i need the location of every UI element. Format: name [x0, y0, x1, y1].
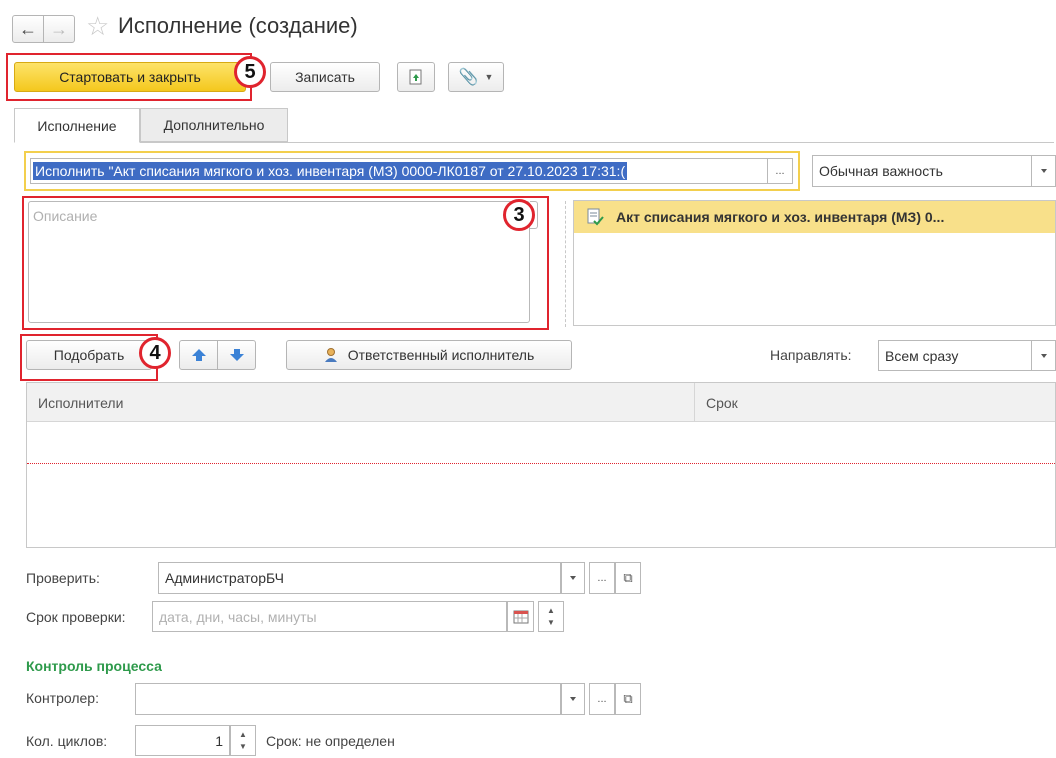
check-deadline-placeholder: дата, дни, часы, минуты: [159, 608, 317, 625]
send-label: Направлять:: [770, 347, 852, 363]
window-title: Исполнение (создание): [118, 13, 358, 38]
chevron-down-icon: [570, 576, 576, 580]
user-icon: [324, 348, 337, 362]
controller-input[interactable]: [135, 683, 561, 715]
importance-dropdown-button[interactable]: [1031, 155, 1056, 187]
open-window-icon: ⧉: [623, 570, 633, 585]
importance-value: Обычная важность: [819, 163, 943, 179]
calendar-button[interactable]: [507, 601, 534, 632]
column-divider: [694, 383, 695, 422]
stepper-up-icon: ▲: [547, 605, 555, 615]
check-label: Проверить:: [26, 570, 100, 586]
column-header-deadline[interactable]: Срок: [706, 395, 738, 411]
send-dropdown-button[interactable]: [1031, 340, 1056, 371]
controller-open-button[interactable]: ⧉: [615, 683, 641, 715]
subject-select-button[interactable]: ...: [767, 158, 793, 184]
importance-select[interactable]: Обычная важность: [812, 155, 1032, 187]
arrow-right-icon: →: [50, 18, 68, 39]
chevron-down-icon: [1040, 353, 1047, 358]
tab-execution-label: Исполнение: [37, 117, 117, 134]
highlight-box-5: [6, 53, 252, 101]
check-dropdown-button[interactable]: [561, 562, 585, 594]
row-separator: [27, 463, 1055, 464]
tab-execution[interactable]: Исполнение: [14, 108, 140, 143]
stepper-down-icon: ▼: [239, 741, 247, 751]
document-check-icon: [587, 208, 604, 226]
arrow-up-icon: [191, 349, 206, 361]
column-header-performers[interactable]: Исполнители: [38, 395, 123, 411]
save-button[interactable]: Записать: [270, 62, 380, 92]
annotation-badge-3: 3: [503, 199, 535, 231]
responsible-performer-label: Ответственный исполнитель: [347, 347, 535, 363]
attachment-row[interactable]: Акт списания мягкого и хоз. инвентаря (М…: [574, 201, 1055, 233]
stepper-down-icon: ▼: [547, 617, 555, 627]
forward-button[interactable]: →: [43, 15, 75, 43]
document-arrow-icon: [409, 69, 422, 85]
arrow-down-icon: [229, 349, 244, 361]
control-section-title: Контроль процесса: [26, 658, 162, 674]
highlight-box-3: [22, 196, 549, 330]
term-text: Срок: не определен: [266, 733, 395, 749]
annotation-badge-5: 5: [234, 56, 266, 88]
attachment-title: Акт списания мягкого и хоз. инвентаря (М…: [616, 209, 945, 225]
tab-additional[interactable]: Дополнительно: [140, 108, 288, 142]
check-select-button[interactable]: ...: [589, 562, 615, 594]
tab-bar-line: [14, 142, 1054, 143]
annotation-badge-4: 4: [139, 337, 171, 369]
send-select[interactable]: Всем сразу: [878, 340, 1032, 371]
controller-dropdown-button[interactable]: [561, 683, 585, 715]
check-deadline-label: Срок проверки:: [26, 609, 126, 625]
check-input[interactable]: АдминистраторБЧ: [158, 562, 561, 594]
chevron-down-icon: [1040, 169, 1047, 173]
back-button[interactable]: ←: [12, 15, 44, 43]
paperclip-icon: 📎: [458, 69, 479, 86]
highlight-box-4: [20, 334, 158, 381]
controller-select-button[interactable]: ...: [589, 683, 615, 715]
move-down-button[interactable]: [217, 340, 256, 370]
table-row[interactable]: [27, 423, 1055, 463]
cycles-label: Кол. циклов:: [26, 733, 108, 749]
favorite-star-icon[interactable]: ☆: [86, 11, 109, 42]
arrow-left-icon: ←: [19, 18, 37, 39]
splitter[interactable]: [565, 201, 566, 327]
post-document-button[interactable]: [397, 62, 435, 92]
check-open-button[interactable]: ⧉: [615, 562, 641, 594]
chevron-down-icon: [570, 697, 576, 701]
calendar-icon: [513, 610, 528, 623]
move-up-button[interactable]: [179, 340, 218, 370]
check-deadline-stepper[interactable]: ▲ ▼: [538, 601, 564, 632]
tab-additional-label: Дополнительно: [163, 117, 265, 133]
stepper-up-icon: ▲: [239, 729, 247, 739]
subject-input[interactable]: Исполнить "Акт списания мягкого и хоз. и…: [30, 158, 768, 184]
cycles-value: 1: [215, 732, 223, 749]
cycles-input[interactable]: 1: [135, 725, 230, 756]
check-deadline-input[interactable]: дата, дни, часы, минуты: [152, 601, 507, 632]
performers-table-header: [27, 383, 1055, 422]
controller-label: Контролер:: [26, 690, 99, 706]
responsible-performer-button[interactable]: Ответственный исполнитель: [286, 340, 572, 370]
subject-text: Исполнить "Акт списания мягкого и хоз. и…: [33, 162, 628, 180]
check-value: АдминистраторБЧ: [165, 570, 284, 586]
cycles-stepper[interactable]: ▲ ▼: [230, 725, 256, 756]
send-value: Всем сразу: [885, 347, 959, 364]
chevron-down-icon: ▼: [484, 72, 494, 82]
attachments-button[interactable]: 📎 ▼: [448, 62, 504, 92]
open-window-icon: ⧉: [623, 691, 633, 706]
